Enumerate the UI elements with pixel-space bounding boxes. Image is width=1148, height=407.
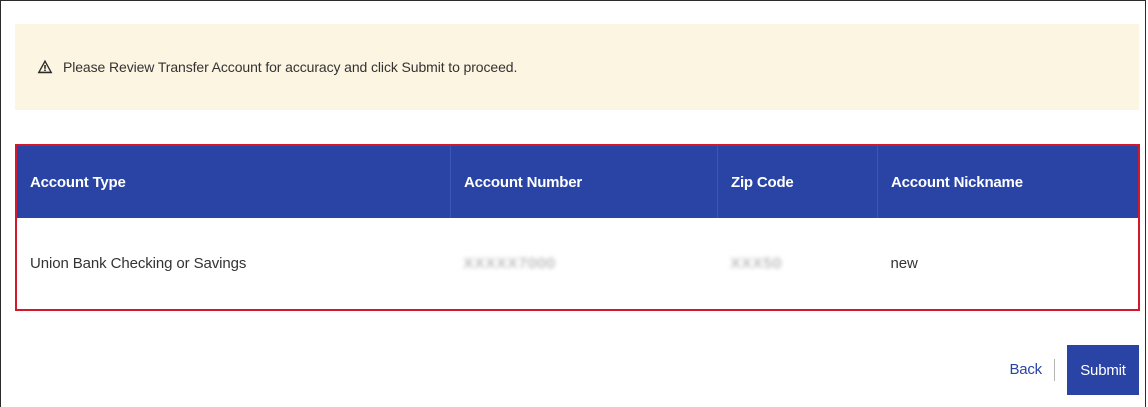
account-number-redacted: XXXXX7000 <box>463 255 556 272</box>
form-actions: Back Submit <box>1009 345 1139 395</box>
back-link[interactable]: Back <box>1009 359 1055 381</box>
review-alert: Please Review Transfer Account for accur… <box>15 24 1139 110</box>
header-account-type: Account Type <box>17 146 451 218</box>
table-header-row: Account Type Account Number Zip Code Acc… <box>17 146 1138 218</box>
cell-zip-code: XXX50 <box>718 218 878 309</box>
zip-code-redacted: XXX50 <box>730 255 783 272</box>
cell-account-number: XXXXX7000 <box>451 218 718 309</box>
cell-account-nickname: new <box>890 255 918 272</box>
submit-button[interactable]: Submit <box>1067 345 1139 395</box>
header-zip-code: Zip Code <box>717 146 878 218</box>
cell-account-type: Union Bank Checking or Savings <box>30 255 247 272</box>
alert-message: Please Review Transfer Account for accur… <box>63 59 518 75</box>
table-row: Union Bank Checking or Savings XXXXX7000… <box>17 218 1138 309</box>
transfer-account-table: Account Type Account Number Zip Code Acc… <box>15 144 1140 311</box>
warning-triangle-icon <box>37 59 53 74</box>
header-account-number: Account Number <box>450 146 718 218</box>
header-account-nickname: Account Nickname <box>891 173 1023 191</box>
